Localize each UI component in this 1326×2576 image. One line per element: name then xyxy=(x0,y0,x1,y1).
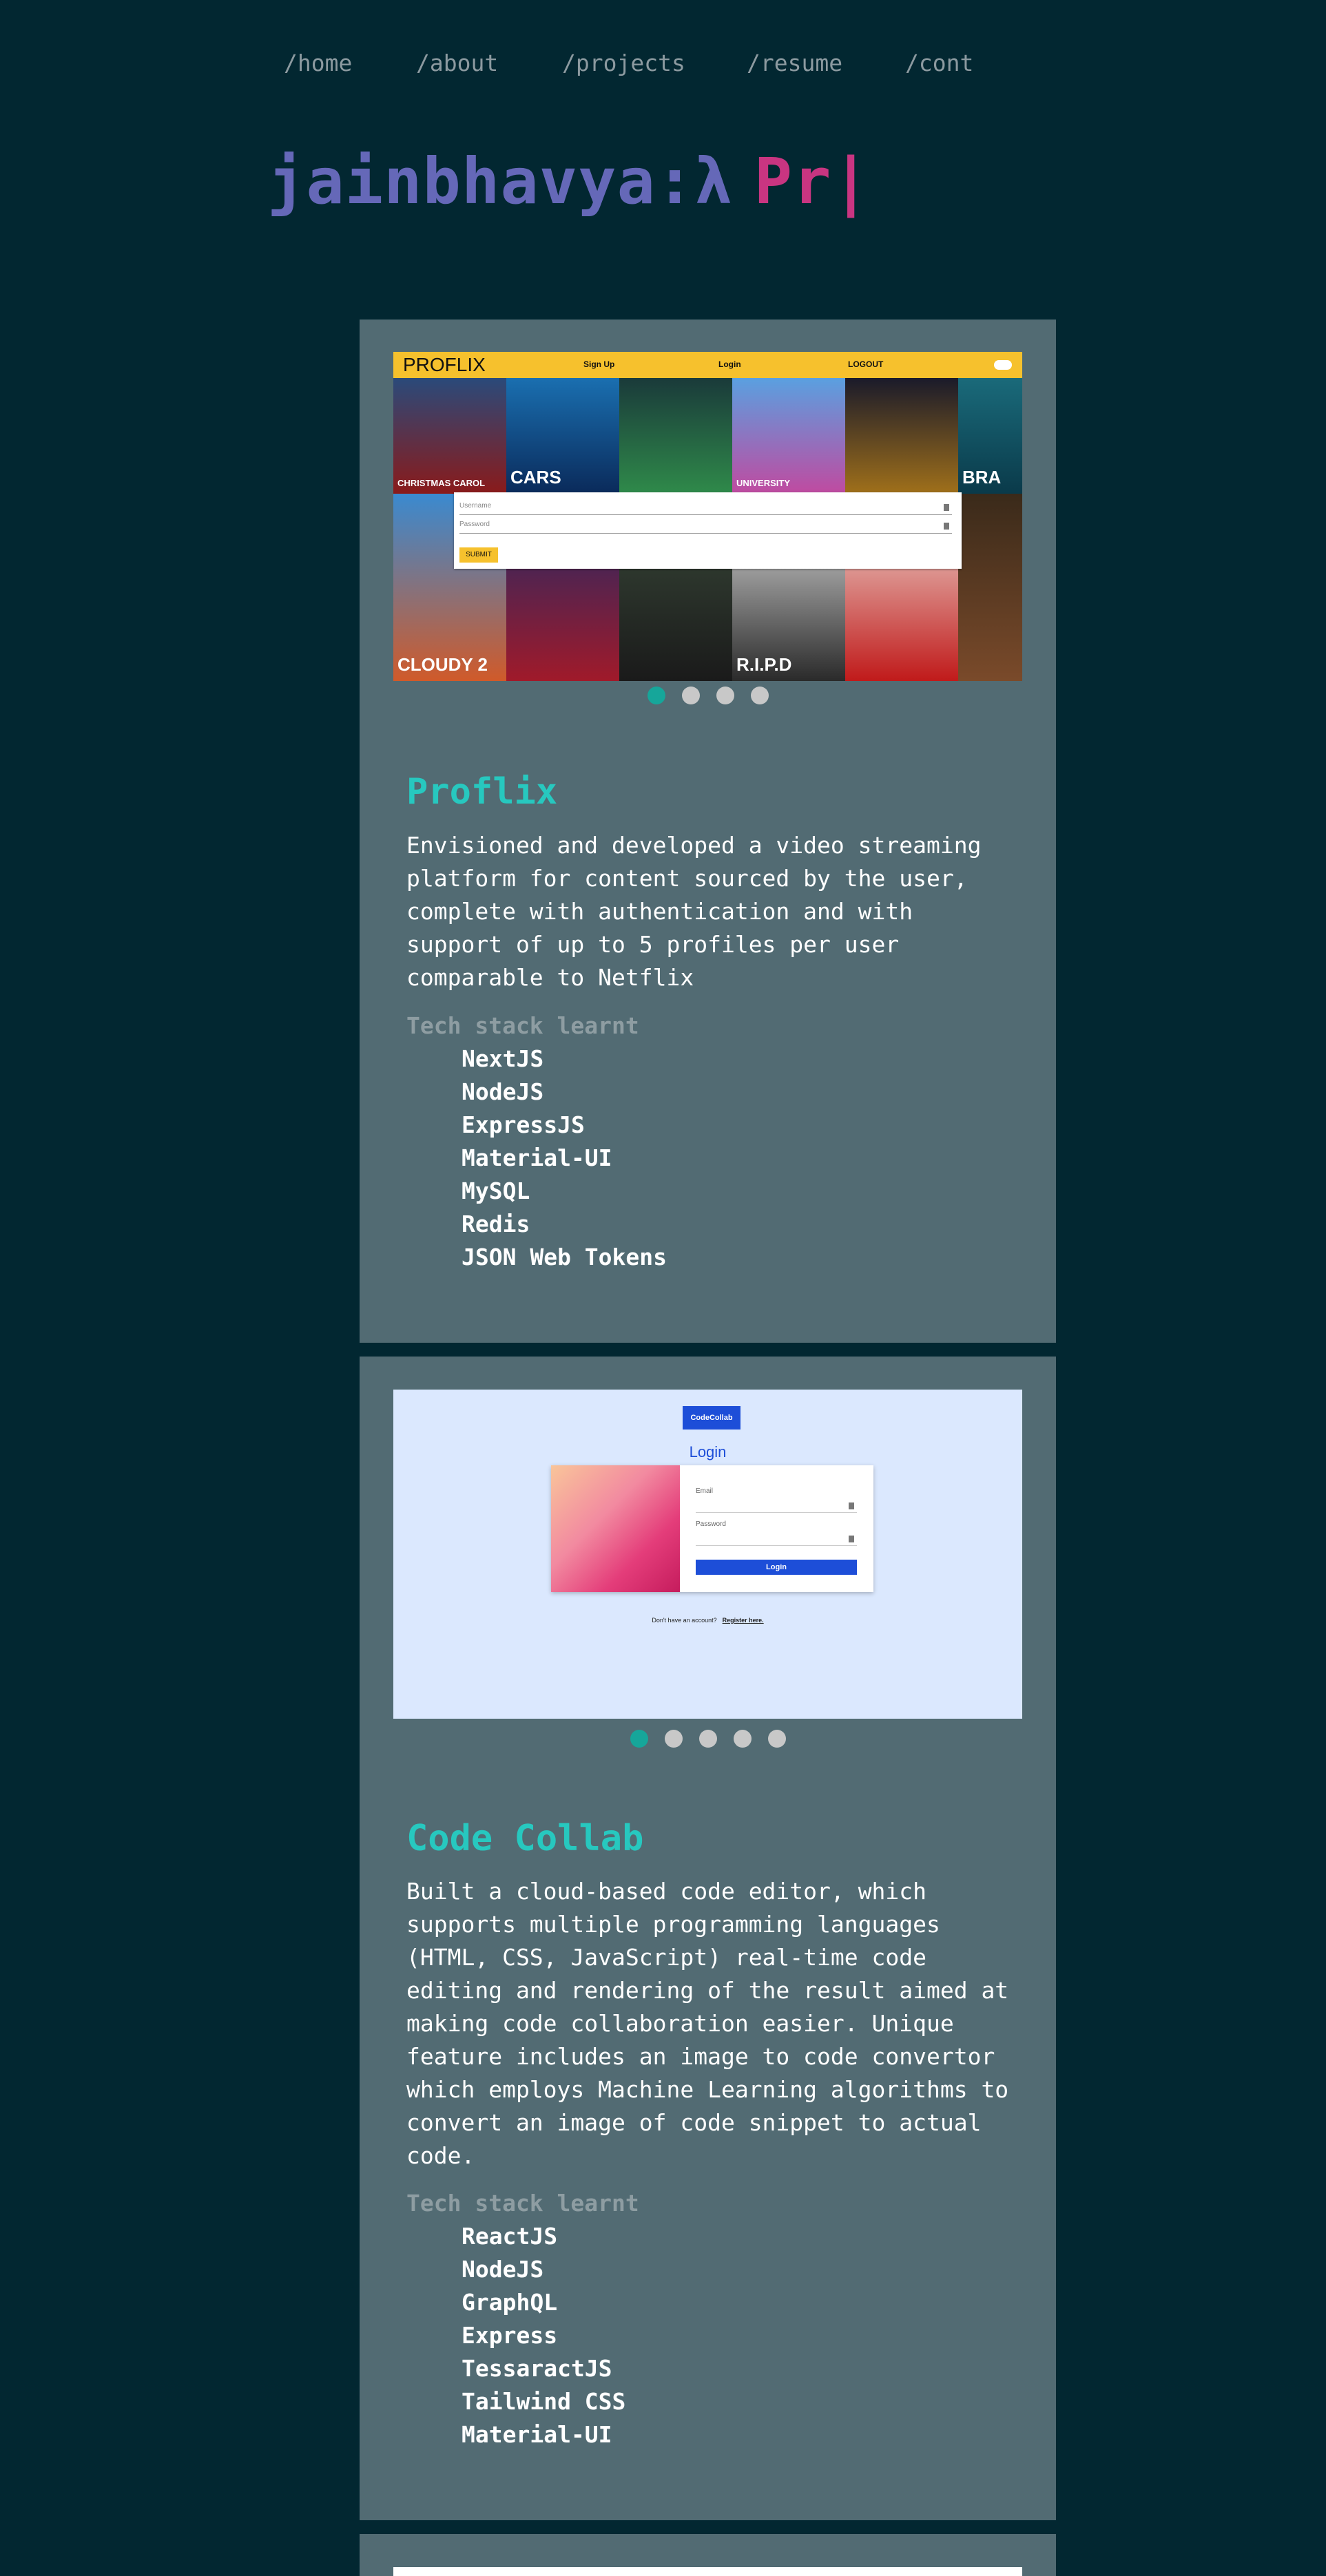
hero-typed-text: Pr| xyxy=(754,145,871,218)
poster: CARS xyxy=(506,378,619,494)
carousel-dots xyxy=(360,1730,1056,1750)
tech-stack-item: TessaractJS xyxy=(462,2355,612,2382)
codecollab-login-button: Login xyxy=(696,1560,857,1575)
project-card-proflix: PROFLIX Sign Up Login LOGOUT CHRISTMAS C… xyxy=(360,320,1056,1343)
project-title: Code Collab xyxy=(406,1818,644,1859)
poster xyxy=(845,378,958,494)
codecollab-password-label: Password xyxy=(696,1520,726,1528)
tech-stack-item: ExpressJS xyxy=(462,1111,585,1138)
project-description: Built a cloud-based code editor, which s… xyxy=(406,1878,1009,2169)
tech-stack-label: Tech stack learnt xyxy=(406,1012,639,1039)
proflix-submit-button: SUBMIT xyxy=(459,547,498,563)
key-icon xyxy=(849,1536,854,1542)
project-card-next xyxy=(360,2534,1056,2576)
tech-stack-item: Express xyxy=(462,2322,558,2349)
codecollab-register-link: Register here. xyxy=(722,1617,764,1624)
nav-link-contact[interactable]: /cont xyxy=(905,50,973,76)
tech-stack-item: Material-UI xyxy=(462,2421,612,2448)
codecollab-register-text: Don't have an account? Register here. xyxy=(652,1617,764,1624)
codecollab-screen: CodeCollab Login Email Password Login Do… xyxy=(393,1390,1022,1719)
poster: BRA xyxy=(958,378,1022,494)
proflix-signup-link: Sign Up xyxy=(583,359,615,369)
proflix-username-field: Username xyxy=(459,502,952,515)
tech-stack-list: NextJS NodeJS ExpressJS Material-UI MySQ… xyxy=(462,1043,667,1274)
tech-stack-item: NodeJS xyxy=(462,2256,544,2283)
tech-stack-item: GraphQL xyxy=(462,2289,558,2316)
project-description: Envisioned and developed a video streami… xyxy=(406,832,982,991)
carousel-dot[interactable] xyxy=(698,1730,717,1748)
hero-name: jainbhavya:λ xyxy=(267,145,734,218)
proflix-password-field: Password xyxy=(459,521,952,534)
codecollab-login-panel: Email Password Login xyxy=(551,1465,873,1592)
poster: CHRISTMAS CAROL xyxy=(393,378,506,494)
codecollab-login-heading: Login xyxy=(689,1443,727,1460)
carousel-dot[interactable] xyxy=(767,1730,786,1748)
tech-stack-label: Tech stack learnt xyxy=(406,2190,639,2217)
carousel-dots xyxy=(360,687,1056,707)
tech-stack-item: Material-UI xyxy=(462,1144,612,1171)
proflix-toggle xyxy=(994,360,1012,370)
codecollab-email-label: Email xyxy=(696,1487,714,1495)
project-card-code-collab: CodeCollab Login Email Password Login Do… xyxy=(360,1357,1056,2520)
proflix-login-link: Login xyxy=(718,359,741,369)
carousel-dot[interactable] xyxy=(733,1730,752,1748)
nav-link-projects[interactable]: /projects xyxy=(562,50,685,76)
top-nav: /home /about /projects /resume /cont xyxy=(0,50,1326,84)
carousel-dot[interactable] xyxy=(750,687,769,704)
proflix-logo: PROFLIX xyxy=(403,354,486,375)
tech-stack-item: NodeJS xyxy=(462,1078,544,1105)
poster xyxy=(958,494,1022,681)
carousel-dot[interactable] xyxy=(647,687,665,704)
carousel-dot[interactable] xyxy=(716,687,734,704)
tech-stack-item: NextJS xyxy=(462,1045,544,1072)
project-screenshot[interactable] xyxy=(393,2567,1022,2576)
poster: UNIVERSITY xyxy=(732,378,845,494)
tech-stack-item: Tailwind CSS xyxy=(462,2388,626,2415)
nav-link-resume[interactable]: /resume xyxy=(747,50,842,76)
codecollab-email-field xyxy=(696,1512,857,1513)
carousel-dot[interactable] xyxy=(664,1730,683,1748)
carousel-dot[interactable] xyxy=(630,1730,648,1748)
proflix-login-form: Username Password SUBMIT xyxy=(454,492,962,569)
proflix-logout-link: LOGOUT xyxy=(848,359,884,369)
nav-link-home[interactable]: /home xyxy=(284,50,352,76)
tech-stack-item: Redis xyxy=(462,1211,530,1237)
project-screenshot[interactable]: PROFLIX Sign Up Login LOGOUT CHRISTMAS C… xyxy=(393,352,1022,681)
project-title: Proflix xyxy=(406,771,558,813)
codecollab-password-field xyxy=(696,1545,857,1546)
tech-stack-item: ReactJS xyxy=(462,2223,558,2250)
tech-stack-item: MySQL xyxy=(462,1177,530,1204)
hero-heading: jainbhavya:λ Pr| xyxy=(267,145,871,218)
proflix-navbar: PROFLIX Sign Up Login LOGOUT xyxy=(393,352,1022,378)
key-icon xyxy=(944,504,949,511)
nav-link-about[interactable]: /about xyxy=(416,50,498,76)
codecollab-art xyxy=(551,1465,680,1592)
project-screenshot[interactable]: CodeCollab Login Email Password Login Do… xyxy=(393,1390,1022,1719)
key-icon xyxy=(849,1502,854,1509)
tech-stack-item: JSON Web Tokens xyxy=(462,1244,667,1270)
key-icon xyxy=(944,523,949,530)
tech-stack-list: ReactJS NodeJS GraphQL Express Tessaract… xyxy=(462,2220,625,2451)
codecollab-logo: CodeCollab xyxy=(683,1406,740,1430)
poster xyxy=(619,378,732,494)
carousel-dot[interactable] xyxy=(681,687,700,704)
